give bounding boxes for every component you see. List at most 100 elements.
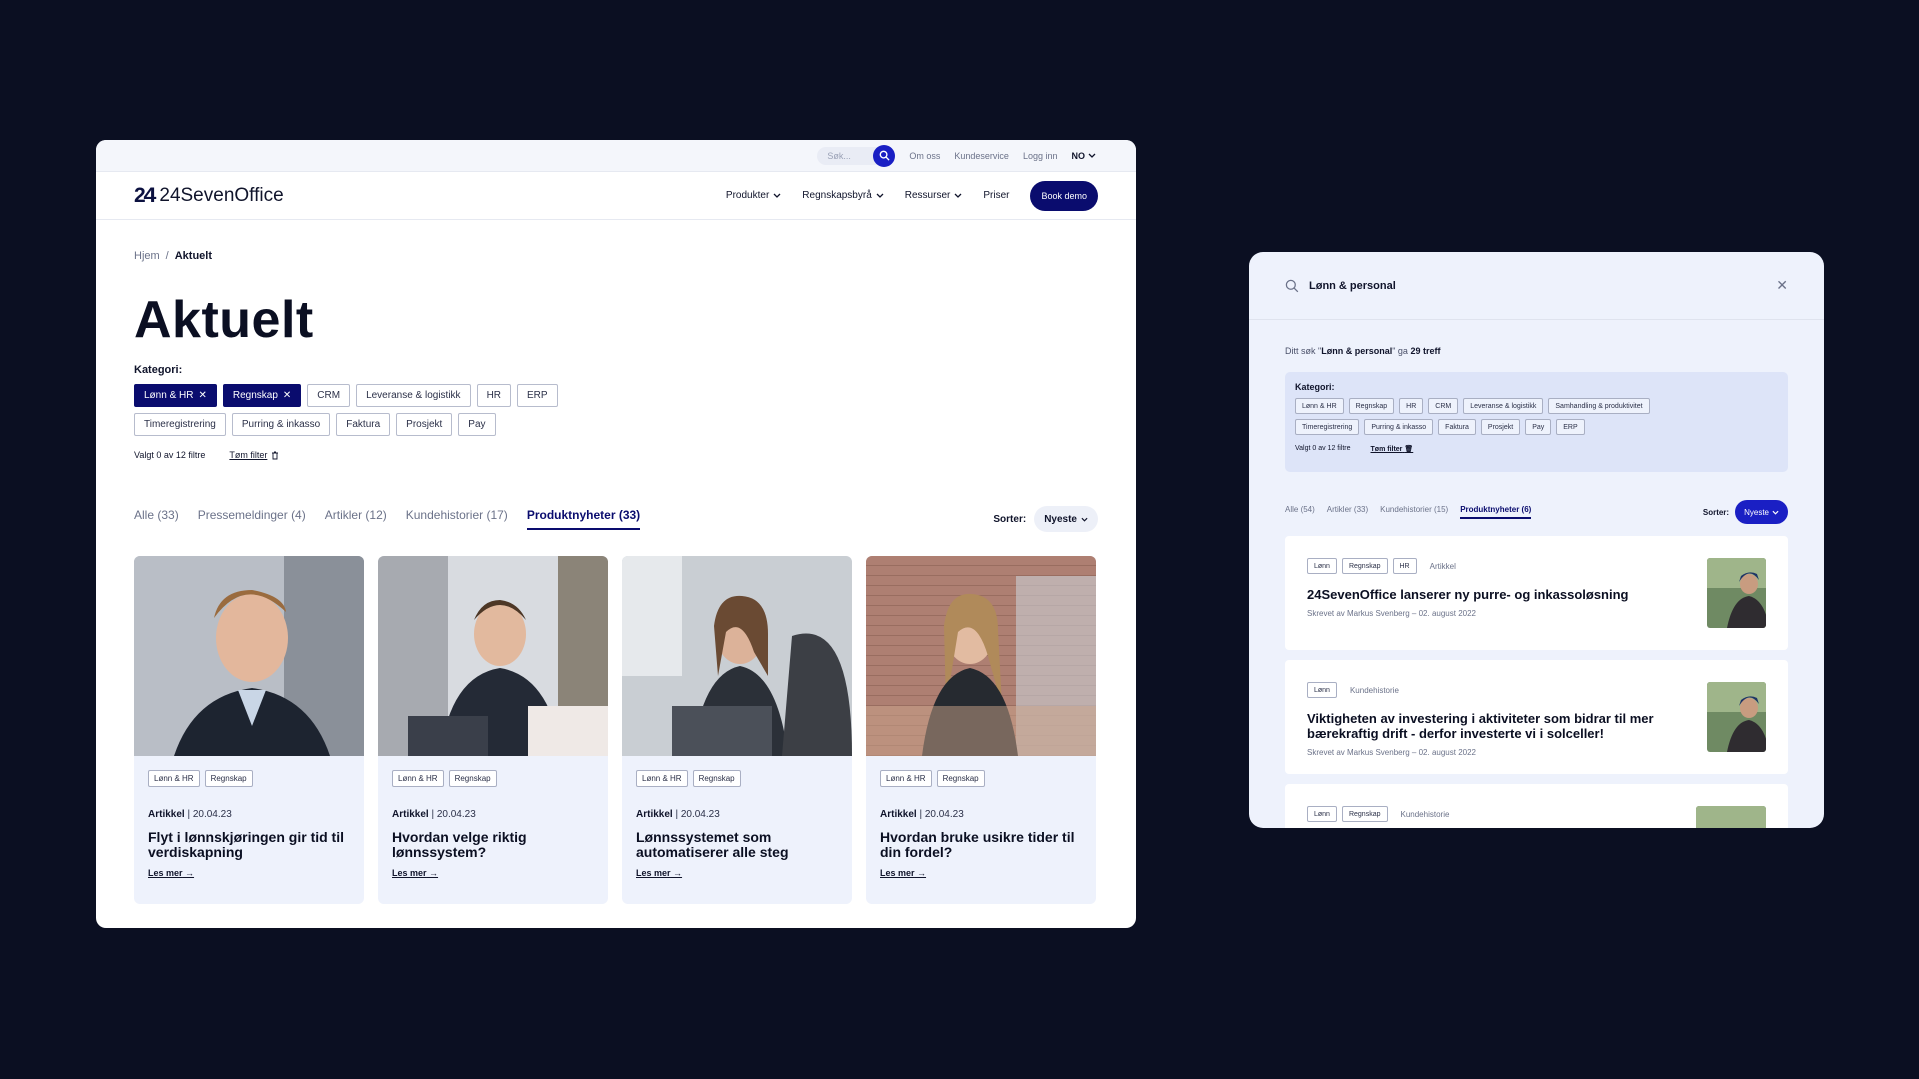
filter-chip[interactable]: Regnskap xyxy=(1348,398,1395,414)
person-photo xyxy=(378,556,608,756)
read-more-label: Les mer xyxy=(636,868,671,878)
article-title[interactable]: Flyt i lønnskjøringen gir tid til verdis… xyxy=(148,830,350,860)
filter-chip[interactable]: Leveranse & logistikk xyxy=(1463,398,1544,414)
article-card[interactable]: Lønn & HR Regnskap Artikkel | 20.04.23 Lø… xyxy=(622,556,852,904)
filter-chip[interactable]: Timeregistrering xyxy=(1295,419,1360,435)
filter-chip[interactable]: Samhandling & produktivitet xyxy=(1548,398,1650,414)
trash-icon: 🗑 xyxy=(1404,446,1414,453)
tag: Lønn xyxy=(1307,558,1337,574)
filter-chip[interactable]: CRM xyxy=(1428,398,1459,414)
close-icon[interactable]: ✕ xyxy=(198,390,206,401)
result-title[interactable]: Viktigheten av investering i aktiviteter… xyxy=(1307,711,1687,742)
filter-chip-lonn-hr[interactable]: Lønn & HR ✕ xyxy=(134,384,217,407)
filter-chip[interactable]: Faktura xyxy=(1438,419,1476,435)
chevron-down-icon xyxy=(1772,510,1779,515)
clear-filter-button[interactable]: Tøm filter 🗑 xyxy=(1371,445,1414,453)
nav-prices[interactable]: Priser xyxy=(983,190,1009,201)
article-card[interactable]: Lønn & HR Regnskap Artikkel | 20.04.23 Hv… xyxy=(378,556,608,904)
filter-chip[interactable]: Lønn & HR xyxy=(1295,398,1344,414)
filter-chip-hr[interactable]: HR xyxy=(476,384,512,407)
article-date: 20.04.23 xyxy=(436,809,476,820)
filter-chip[interactable]: ERP xyxy=(1556,419,1585,435)
filter-chip-leveranse[interactable]: Leveranse & logistikk xyxy=(356,384,471,407)
filter-chip[interactable]: Pay xyxy=(1525,419,1552,435)
search-icon xyxy=(879,150,890,161)
search-result[interactable]: Lønn Kundehistorie Viktigheten av invest… xyxy=(1285,660,1788,774)
category-label: Kategori: xyxy=(134,364,183,376)
sort-dropdown[interactable]: Nyeste xyxy=(1034,506,1098,532)
filter-chip[interactable]: HR xyxy=(1399,398,1424,414)
nav-resources[interactable]: Ressurser xyxy=(905,190,963,201)
article-image xyxy=(134,556,364,756)
tab-customer-stories[interactable]: Kundehistorier (17) xyxy=(406,508,508,530)
filter-chip-faktura[interactable]: Faktura xyxy=(336,413,391,436)
tab-articles[interactable]: Artikler (12) xyxy=(325,508,387,530)
article-image xyxy=(622,556,852,756)
link-about[interactable]: Om oss xyxy=(909,151,940,161)
result-type: Artikkel xyxy=(1429,561,1456,571)
tag: Lønn & HR xyxy=(880,770,932,787)
breadcrumb-home[interactable]: Hjem xyxy=(134,250,160,262)
filter-chip[interactable]: Prosjekt xyxy=(1480,419,1521,435)
utility-bar: Søk... Om oss Kundeservice Logg inn NO xyxy=(96,140,1136,172)
sort-dropdown[interactable]: Nyeste xyxy=(1735,500,1788,524)
tag: HR xyxy=(1392,558,1417,574)
tab-product-news[interactable]: Produktnyheter (33) xyxy=(526,508,641,530)
link-login[interactable]: Logg inn xyxy=(1023,151,1058,161)
filter-chip-regnskap[interactable]: Regnskap ✕ xyxy=(222,384,302,407)
nav-accounting-firm[interactable]: Regnskapsbyrå xyxy=(802,190,884,201)
article-card[interactable]: Lønn & HR Regnskap Artikkel | 20.04.23 Fl… xyxy=(134,556,364,904)
close-icon[interactable]: ✕ xyxy=(1776,277,1788,294)
read-more-link[interactable]: Les mer → xyxy=(148,868,350,878)
article-title[interactable]: Hvordan velge riktig lønnssystem? xyxy=(392,830,594,860)
search-result[interactable]: Lønn Regnskap HR Artikkel 24SevenOffice … xyxy=(1285,536,1788,650)
search-button[interactable] xyxy=(873,144,896,167)
chevron-down-icon xyxy=(954,193,962,198)
search-query-input[interactable]: Lønn & personal xyxy=(1309,280,1396,292)
filter-chip-erp[interactable]: ERP xyxy=(517,384,558,407)
search-result[interactable]: Lønn Regnskap Kundehistorie xyxy=(1285,784,1788,828)
filter-chip-crm[interactable]: CRM xyxy=(307,384,351,407)
tab-product-news[interactable]: Produktnyheter (6) xyxy=(1460,505,1532,519)
filter-chip-timeregistrering[interactable]: Timeregistrering xyxy=(134,413,226,436)
search-header: Lønn & personal ✕ xyxy=(1249,252,1824,320)
link-customer-service[interactable]: Kundeservice xyxy=(954,151,1009,161)
count-prefix: Ditt søk " xyxy=(1285,346,1322,356)
category-label: Kategori: xyxy=(1295,382,1335,392)
read-more-link[interactable]: Les mer → xyxy=(880,868,1082,878)
article-title[interactable]: Hvordan bruke usikre tider til din forde… xyxy=(880,830,1082,860)
tab-all[interactable]: Alle (54) xyxy=(1285,505,1315,519)
breadcrumb: Hjem / Aktuelt xyxy=(134,250,1098,262)
close-icon[interactable]: ✕ xyxy=(283,390,291,401)
sort-label: Sorter: xyxy=(993,513,1027,525)
logo[interactable]: 24 24SevenOffice xyxy=(134,184,284,208)
result-title[interactable]: 24SevenOffice lanserer ny purre- og inka… xyxy=(1307,587,1687,603)
utility-search[interactable]: Søk... xyxy=(817,144,896,167)
selected-count: Valgt 0 av 12 filtre xyxy=(134,450,206,460)
filter-chip-prosjekt[interactable]: Prosjekt xyxy=(396,413,453,436)
read-more-label: Les mer xyxy=(392,868,427,878)
tab-customer-stories[interactable]: Kundehistorier (15) xyxy=(1380,505,1448,519)
article-card[interactable]: Lønn & HR Regnskap Artikkel | 20.04.23 Hv… xyxy=(866,556,1096,904)
news-page-window: Søk... Om oss Kundeservice Logg inn NO 2… xyxy=(96,140,1136,928)
language-selector[interactable]: NO xyxy=(1072,151,1097,161)
selected-count: Valgt 0 av 12 filtre xyxy=(1295,445,1351,452)
article-title[interactable]: Lønnssystemet som automatiserer alle ste… xyxy=(636,830,838,860)
clear-filter-label: Tøm filter xyxy=(229,450,268,460)
nav-label: Ressurser xyxy=(904,190,951,201)
clear-filter-button[interactable]: Tøm filter xyxy=(229,450,279,460)
filter-chip-pay[interactable]: Pay xyxy=(458,413,496,436)
search-panel-window: Lønn & personal ✕ Ditt søk " Lønn & perso… xyxy=(1249,252,1824,828)
result-thumbnail xyxy=(1696,806,1766,828)
filter-chip-purring[interactable]: Purring & inkasso xyxy=(231,413,331,436)
search-input[interactable]: Søk... xyxy=(817,146,878,165)
tab-press[interactable]: Pressemeldinger (4) xyxy=(198,508,306,530)
read-more-link[interactable]: Les mer → xyxy=(636,868,838,878)
nav-products[interactable]: Produkter xyxy=(726,190,781,201)
read-more-link[interactable]: Les mer → xyxy=(392,868,594,878)
tag: Regnskap xyxy=(1341,806,1388,822)
tab-all[interactable]: Alle (33) xyxy=(134,508,179,530)
book-demo-button[interactable]: Book demo xyxy=(1030,180,1098,211)
tab-articles[interactable]: Artikler (33) xyxy=(1327,505,1368,519)
filter-chip[interactable]: Purring & inkasso xyxy=(1364,419,1434,435)
